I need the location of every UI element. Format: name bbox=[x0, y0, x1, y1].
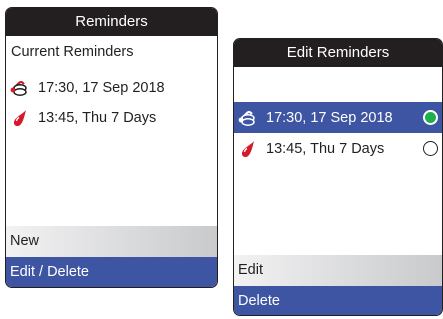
reminder-item[interactable]: 13:45, Thu 7 Days bbox=[6, 108, 217, 128]
reminders-title: Reminders bbox=[6, 8, 217, 36]
current-reminders-heading: Current Reminders bbox=[11, 44, 134, 60]
blood-drop-reminder-icon bbox=[13, 110, 26, 127]
edit-delete-button[interactable]: Edit / Delete bbox=[6, 257, 217, 287]
edit-button[interactable]: Edit bbox=[234, 255, 442, 286]
new-reminder-button[interactable]: New bbox=[6, 226, 217, 257]
reminder-item[interactable]: 13:45, Thu 7 Days bbox=[234, 133, 442, 164]
reminders-screen: Reminders Current Reminders 17:30, 17 Se… bbox=[5, 7, 218, 288]
blood-drop-reminder-icon bbox=[241, 140, 254, 157]
radio-selected-icon[interactable] bbox=[423, 110, 438, 125]
edit-reminders-title: Edit Reminders bbox=[234, 39, 442, 67]
glucose-test-reminder-icon bbox=[238, 110, 255, 126]
radio-unselected-icon[interactable] bbox=[423, 141, 438, 156]
delete-button[interactable]: Delete bbox=[234, 286, 442, 315]
edit-reminders-screen: Edit Reminders 17:30, 17 Sep 2018 13:45,… bbox=[233, 38, 443, 316]
reminder-item-selected[interactable]: 17:30, 17 Sep 2018 bbox=[234, 102, 442, 133]
glucose-test-reminder-icon bbox=[10, 80, 27, 96]
reminder-item[interactable]: 17:30, 17 Sep 2018 bbox=[6, 78, 217, 98]
